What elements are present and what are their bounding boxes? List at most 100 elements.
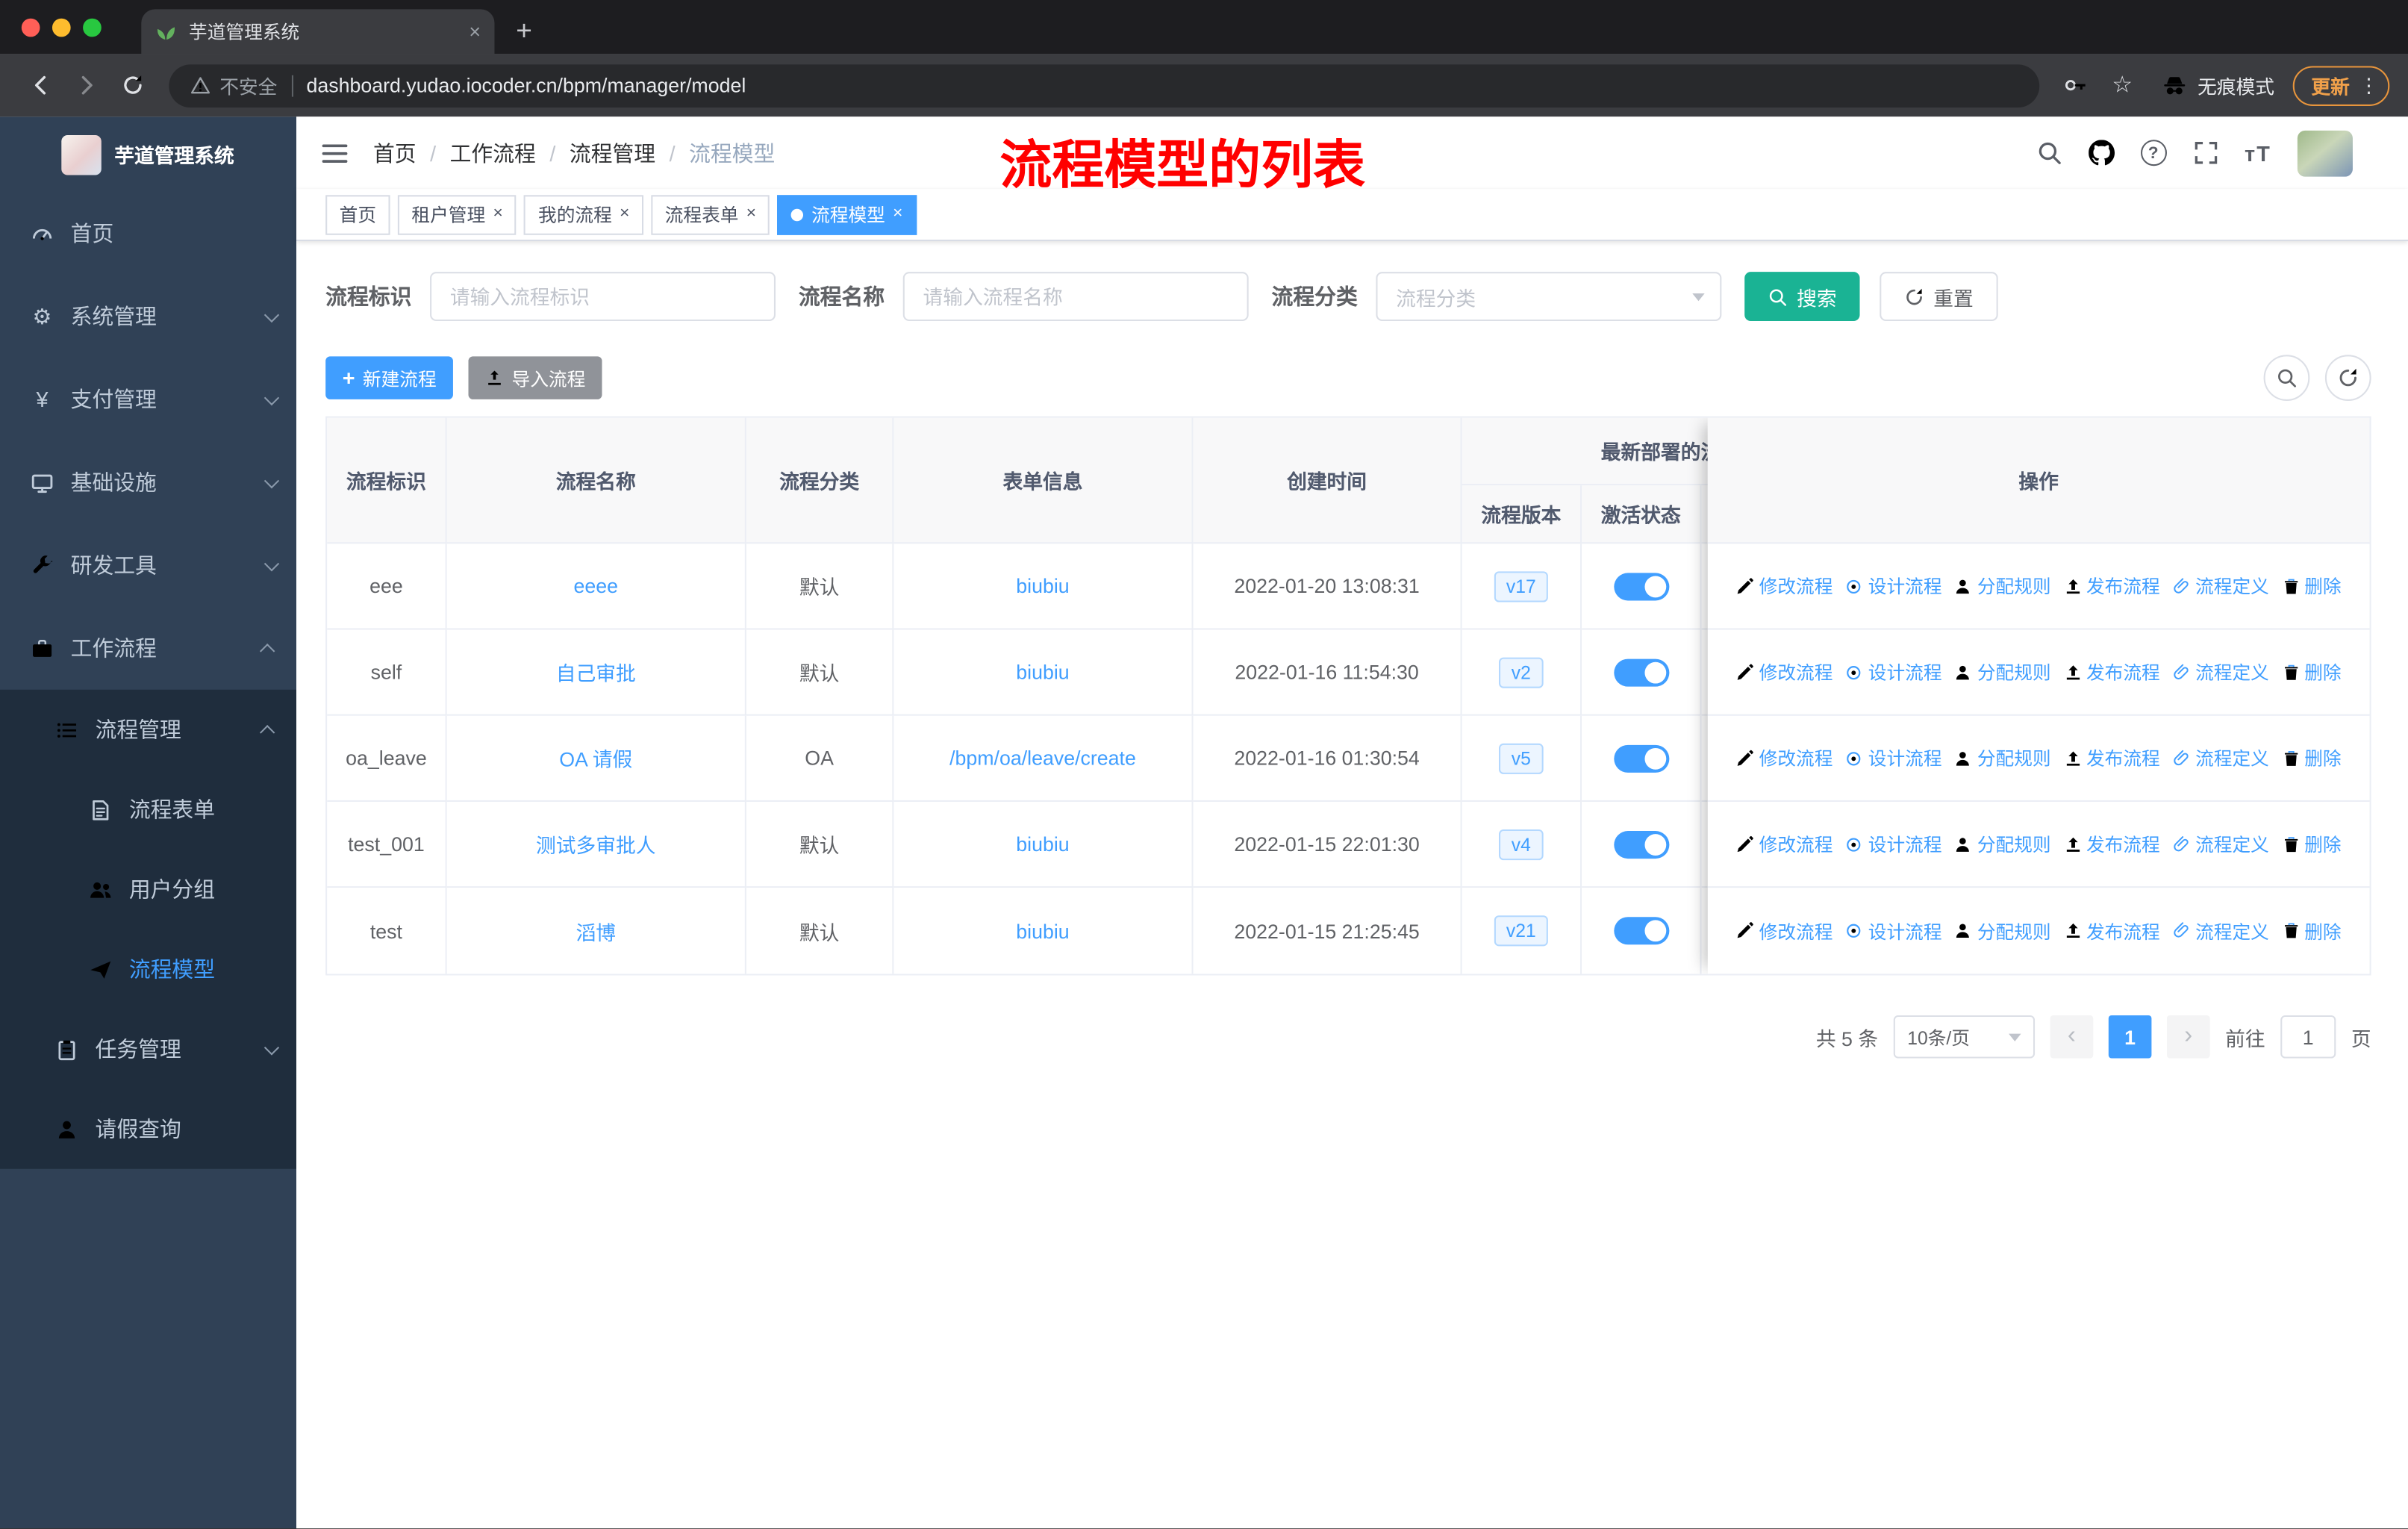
form-info-link[interactable]: biubiu <box>1016 832 1069 856</box>
form-info-link[interactable]: biubiu <box>1016 919 1069 942</box>
tag-close-icon[interactable]: × <box>746 205 756 223</box>
publish-process-link[interactable]: 发布流程 <box>2063 659 2160 685</box>
process-name-link[interactable]: eeee <box>574 574 619 597</box>
version-badge[interactable]: v17 <box>1494 570 1549 602</box>
next-page-button[interactable]: › <box>2166 1015 2210 1059</box>
assign-rule-link[interactable]: 分配规则 <box>1954 659 2051 685</box>
publish-process-link[interactable]: 发布流程 <box>2063 831 2160 857</box>
process-definition-link[interactable]: 流程定义 <box>2172 573 2269 599</box>
sidebar-item-payment[interactable]: ¥ 支付管理 <box>0 358 296 440</box>
address-bar[interactable]: 不安全 dashboard.yudao.iocoder.cn/bpm/manag… <box>169 63 2040 107</box>
app-logo[interactable]: 芋道管理系统 <box>0 116 296 192</box>
help-icon[interactable]: ? <box>2140 140 2167 166</box>
form-info-link[interactable]: /bpm/oa/leave/create <box>949 747 1136 770</box>
github-icon[interactable] <box>2088 140 2114 166</box>
active-toggle[interactable] <box>1613 744 1669 772</box>
delete-link[interactable]: 删除 <box>2281 573 2342 599</box>
search-icon[interactable] <box>2036 140 2062 166</box>
active-toggle[interactable] <box>1613 830 1669 859</box>
version-badge[interactable]: v2 <box>1499 656 1544 688</box>
process-name-link[interactable]: 自己审批 <box>556 658 636 687</box>
design-process-link[interactable]: 设计流程 <box>1845 918 1942 944</box>
design-process-link[interactable]: 设计流程 <box>1845 659 1942 685</box>
breadcrumb-process-management[interactable]: 流程管理 <box>570 137 655 168</box>
import-process-button[interactable]: 导入流程 <box>468 356 602 399</box>
window-close-button[interactable] <box>21 17 40 37</box>
create-process-button[interactable]: + 新建流程 <box>325 356 454 399</box>
user-avatar[interactable] <box>2297 129 2353 176</box>
design-process-link[interactable]: 设计流程 <box>1845 573 1942 599</box>
sidebar-item-infrastructure[interactable]: 基础设施 <box>0 440 296 523</box>
design-process-link[interactable]: 设计流程 <box>1845 831 1942 857</box>
version-badge[interactable]: v4 <box>1499 828 1544 860</box>
version-badge[interactable]: v5 <box>1499 742 1544 773</box>
assign-rule-link[interactable]: 分配规则 <box>1954 831 2051 857</box>
assign-rule-link[interactable]: 分配规则 <box>1954 918 2051 944</box>
forward-button[interactable] <box>64 63 107 107</box>
tag-home[interactable]: 首页 <box>325 194 390 234</box>
hamburger-icon[interactable] <box>321 139 349 166</box>
active-toggle[interactable] <box>1613 658 1669 686</box>
design-process-link[interactable]: 设计流程 <box>1845 745 1942 771</box>
sidebar-item-devtools[interactable]: 研发工具 <box>0 524 296 607</box>
prev-page-button[interactable]: ‹ <box>2050 1015 2094 1059</box>
fullscreen-icon[interactable] <box>2192 140 2218 166</box>
sidebar-item-workflow[interactable]: 工作流程 <box>0 607 296 690</box>
process-definition-link[interactable]: 流程定义 <box>2172 745 2269 771</box>
publish-process-link[interactable]: 发布流程 <box>2063 573 2160 599</box>
sidebar-item-process-model[interactable]: 流程模型 <box>0 929 296 1009</box>
form-info-link[interactable]: biubiu <box>1016 574 1069 597</box>
sidebar-item-user-group[interactable]: 用户分组 <box>0 850 296 929</box>
bookmark-star-icon[interactable]: ☆ <box>2100 63 2144 107</box>
window-zoom-button[interactable] <box>83 17 102 37</box>
version-badge[interactable]: v21 <box>1494 915 1549 947</box>
tab-close-icon[interactable]: × <box>469 22 481 42</box>
delete-link[interactable]: 删除 <box>2281 918 2342 944</box>
new-tab-button[interactable]: + <box>516 16 532 48</box>
tag-process-model[interactable]: 流程模型 × <box>777 194 917 234</box>
process-name-link[interactable]: 滔博 <box>576 916 616 945</box>
window-minimize-button[interactable] <box>52 17 71 37</box>
browser-menu-icon[interactable]: ⋮ <box>2359 73 2379 98</box>
reload-button[interactable] <box>110 63 154 107</box>
tag-process-form[interactable]: 流程表单 × <box>651 194 770 234</box>
tag-tenant[interactable]: 租户管理 × <box>397 194 517 234</box>
password-key-icon[interactable] <box>2055 63 2098 107</box>
process-definition-link[interactable]: 流程定义 <box>2172 918 2269 944</box>
sidebar-item-task-management[interactable]: 任务管理 <box>0 1009 296 1089</box>
form-info-link[interactable]: biubiu <box>1016 661 1069 684</box>
delete-link[interactable]: 删除 <box>2281 745 2342 771</box>
delete-link[interactable]: 删除 <box>2281 659 2342 685</box>
sidebar-item-process-form[interactable]: 流程表单 <box>0 770 296 850</box>
browser-tab[interactable]: 芋道管理系统 × <box>141 9 495 55</box>
tag-close-icon[interactable]: × <box>893 205 902 223</box>
update-button[interactable]: 更新 ⋮ <box>2292 65 2390 105</box>
breadcrumb-workflow[interactable]: 工作流程 <box>450 137 536 168</box>
goto-page-input[interactable] <box>2280 1015 2336 1059</box>
modify-process-link[interactable]: 修改流程 <box>1736 745 1832 771</box>
process-name-input[interactable] <box>902 272 1249 321</box>
sidebar-item-system[interactable]: ⚙ 系统管理 <box>0 275 296 358</box>
toggle-search-button[interactable] <box>2263 355 2310 401</box>
search-button[interactable]: 搜索 <box>1744 272 1860 321</box>
breadcrumb-home[interactable]: 首页 <box>373 137 417 168</box>
modify-process-link[interactable]: 修改流程 <box>1736 659 1832 685</box>
process-category-select[interactable]: 流程分类 <box>1376 272 1722 321</box>
process-definition-link[interactable]: 流程定义 <box>2172 831 2269 857</box>
refresh-table-button[interactable] <box>2324 355 2371 401</box>
delete-link[interactable]: 删除 <box>2281 831 2342 857</box>
modify-process-link[interactable]: 修改流程 <box>1736 918 1832 944</box>
sidebar-item-process-management[interactable]: 流程管理 <box>0 690 296 770</box>
process-key-input[interactable] <box>430 272 776 321</box>
process-name-link[interactable]: OA 请假 <box>559 744 632 773</box>
sidebar-item-home[interactable]: 首页 <box>0 192 296 275</box>
active-toggle[interactable] <box>1613 917 1669 945</box>
modify-process-link[interactable]: 修改流程 <box>1736 831 1832 857</box>
incognito-badge[interactable]: 无痕模式 <box>2162 71 2274 100</box>
publish-process-link[interactable]: 发布流程 <box>2063 918 2160 944</box>
active-toggle[interactable] <box>1613 572 1669 600</box>
publish-process-link[interactable]: 发布流程 <box>2063 745 2160 771</box>
tag-close-icon[interactable]: × <box>493 205 502 223</box>
assign-rule-link[interactable]: 分配规则 <box>1954 573 2051 599</box>
back-button[interactable] <box>19 63 62 107</box>
